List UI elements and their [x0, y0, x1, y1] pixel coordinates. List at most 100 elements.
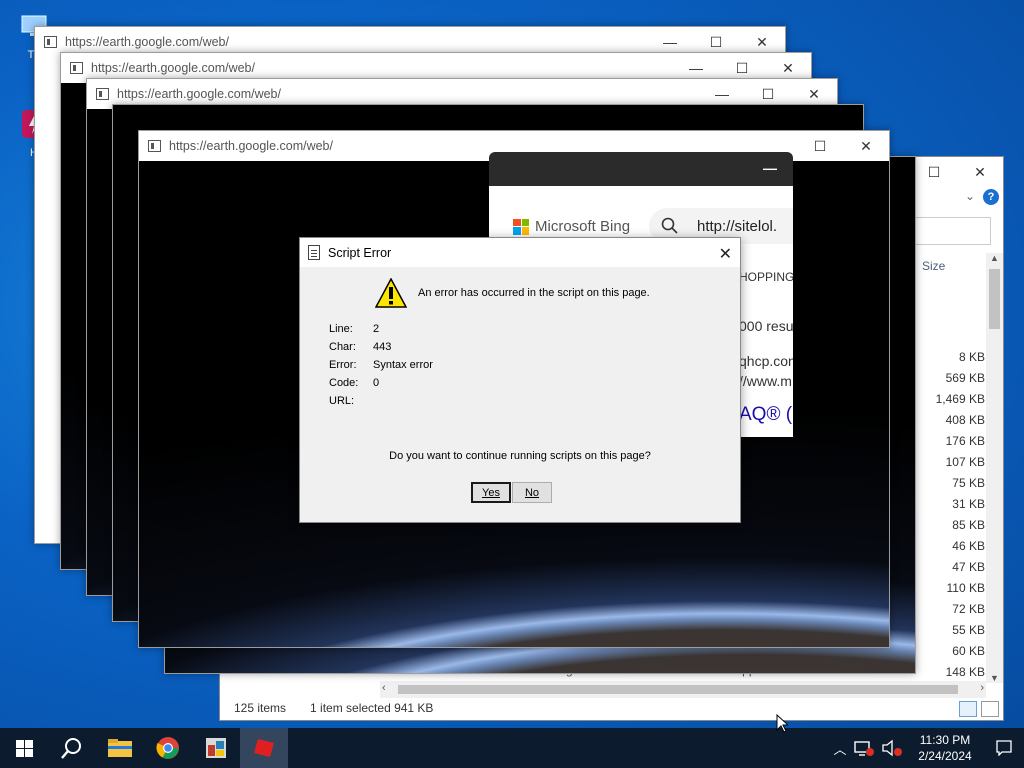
help-icon[interactable]: ?	[983, 189, 999, 205]
chevron-down-icon[interactable]: ⌄	[965, 189, 975, 203]
detail-label: Code:	[329, 377, 359, 389]
result-url[interactable]: qhcp.con	[739, 353, 793, 369]
yes-button[interactable]: Yes	[471, 482, 511, 503]
size-cell: 8 KB	[958, 350, 985, 364]
tab-shopping[interactable]: HOPPING	[739, 270, 793, 284]
size-column-header[interactable]: Size	[922, 259, 945, 273]
view-buttons	[959, 701, 999, 717]
start-button[interactable]	[0, 728, 48, 768]
size-cell: 72 KB	[952, 602, 985, 616]
detail-row: Line: 2	[329, 323, 433, 341]
network-icon[interactable]	[853, 739, 875, 757]
bing-title-bar[interactable]: —	[489, 152, 793, 186]
no-button[interactable]: No	[512, 482, 552, 503]
folder-icon	[108, 739, 132, 757]
chrome-icon	[156, 737, 179, 759]
detail-row: Error: Syntax error	[329, 359, 433, 377]
window-icon	[148, 140, 161, 152]
scroll-right-icon[interactable]: ›	[980, 682, 984, 694]
error-message: An error has occurred in the script on t…	[418, 287, 650, 299]
search-icon	[661, 217, 678, 234]
close-button[interactable]: ✕	[719, 244, 732, 264]
size-cell: 1,469 KB	[935, 392, 985, 406]
bing-logo[interactable]: Microsoft Bing	[513, 218, 630, 235]
window-icon	[44, 36, 57, 48]
warning-icon	[375, 278, 407, 308]
detail-value: 443	[373, 341, 392, 353]
status-bar: 125 items 1 item selected 941 KB	[220, 696, 1003, 720]
scroll-thumb[interactable]	[398, 685, 958, 694]
minimize-button[interactable]: —	[763, 160, 777, 176]
maximize-button[interactable]: ☐	[911, 157, 957, 187]
size-cell: 107 KB	[945, 455, 985, 469]
taskbar-active-app[interactable]	[240, 728, 288, 768]
detail-value: Syntax error	[373, 359, 433, 371]
dialog-buttons: Yes No	[471, 482, 552, 503]
script-error-dialog: Script Error ✕ An error has occurred in …	[299, 237, 741, 523]
result-url[interactable]: //www.m	[739, 373, 792, 389]
document-icon	[308, 245, 320, 260]
large-icons-view-icon[interactable]	[981, 701, 999, 717]
size-cell: 176 KB	[945, 434, 985, 448]
detail-label: URL:	[329, 395, 355, 407]
detail-value: 0	[373, 377, 380, 389]
size-cell: 75 KB	[952, 476, 985, 490]
scroll-down-icon[interactable]: ▼	[986, 673, 1003, 683]
item-count: 125 items	[234, 701, 287, 715]
chevron-up-icon[interactable]: ︿	[830, 739, 850, 758]
size-cell: 85 KB	[952, 518, 985, 532]
volume-muted-icon[interactable]	[881, 739, 903, 757]
size-cell: 110 KB	[946, 581, 985, 595]
clock[interactable]: 11:30 PM 2/24/2024	[906, 732, 984, 764]
bing-brand: Microsoft Bing	[535, 218, 631, 235]
detail-row: Code: 0	[329, 377, 433, 395]
app-icon	[254, 739, 274, 757]
detail-value: 2	[373, 323, 380, 335]
details-view-icon[interactable]	[959, 701, 977, 717]
size-cell: 46 KB	[952, 539, 985, 553]
window-icon	[70, 62, 83, 74]
mouse-cursor-icon	[776, 714, 788, 733]
search-button[interactable]	[48, 728, 96, 768]
system-tray: ︿ 11:30 PM 2/24/2024	[830, 728, 1024, 768]
search-input[interactable]	[911, 217, 991, 245]
scroll-left-icon[interactable]: ‹	[382, 682, 386, 694]
size-cell: 408 KB	[945, 413, 985, 427]
notification-icon[interactable]	[984, 740, 1024, 756]
close-button[interactable]: ✕	[957, 157, 1003, 187]
results-count: 000 resul	[739, 318, 793, 334]
maximize-button[interactable]: ☐	[797, 131, 843, 161]
explorer-title-buttons: ☐ ✕	[911, 157, 1003, 187]
size-cell: 148 KB	[945, 665, 985, 679]
taskbar-file-explorer[interactable]	[96, 728, 144, 768]
window-url: https://earth.google.com/web/	[65, 35, 229, 49]
clock-date: 2/24/2024	[918, 749, 972, 763]
dialog-title-bar[interactable]: Script Error ✕	[300, 238, 740, 267]
app-icon	[206, 738, 226, 758]
result-title[interactable]: AQ® (	[739, 404, 792, 426]
dialog-title: Script Error	[328, 245, 392, 260]
bing-search-text: http://sitelol.	[697, 217, 778, 235]
window-url: https://earth.google.com/web/	[91, 61, 255, 75]
windows-logo-icon	[15, 739, 33, 757]
clock-time: 11:30 PM	[919, 733, 971, 747]
window-url: https://earth.google.com/web/	[117, 87, 281, 101]
scroll-thumb[interactable]	[989, 269, 1000, 329]
selection-info: 1 item selected 941 KB	[310, 701, 434, 715]
size-cell: 31 KB	[952, 497, 985, 511]
close-button[interactable]: ✕	[843, 131, 889, 161]
error-details: Line: 2 Char: 443 Error: Syntax error Code:…	[329, 323, 433, 413]
size-cell: 569 KB	[945, 371, 985, 385]
window-url: https://earth.google.com/web/	[169, 139, 333, 153]
scroll-up-icon[interactable]: ▲	[986, 253, 1003, 263]
detail-label: Char:	[329, 341, 356, 353]
taskbar-chrome[interactable]	[144, 728, 192, 768]
detail-label: Line:	[329, 323, 353, 335]
microsoft-logo-icon	[513, 218, 529, 235]
size-cell: 47 KB	[952, 560, 985, 574]
vertical-scrollbar[interactable]: ▲ ▼	[986, 253, 1003, 683]
continue-question: Do you want to continue running scripts …	[389, 450, 651, 462]
search-icon	[61, 738, 81, 759]
detail-row: URL:	[329, 395, 433, 413]
taskbar-app[interactable]	[192, 728, 240, 768]
